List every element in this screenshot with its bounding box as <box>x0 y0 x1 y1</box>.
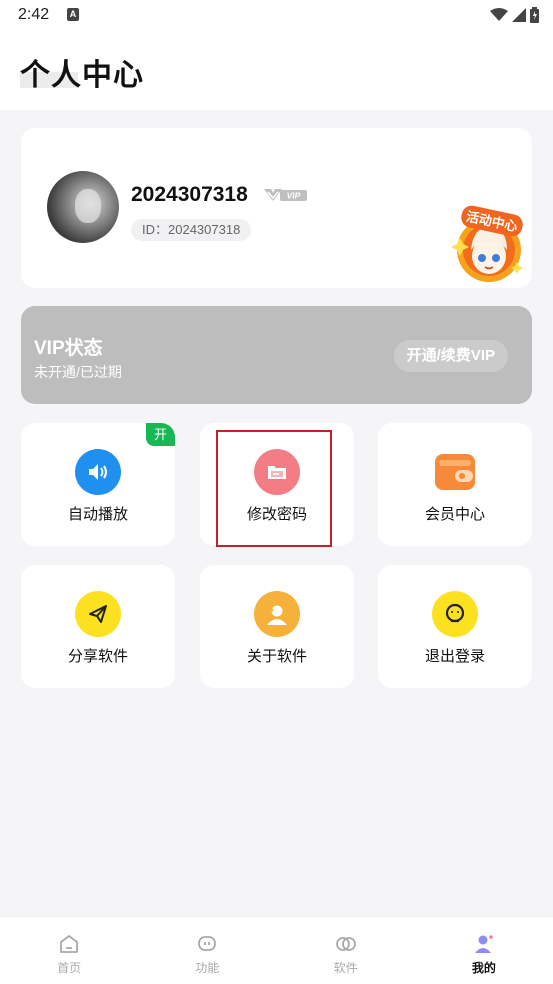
username: 2024307318 <box>131 183 248 206</box>
battery-icon <box>530 7 539 23</box>
vip-status-card: VIP状态 未开通/已过期 开通/续费VIP <box>21 306 532 404</box>
activity-center-icon[interactable]: 活动中心 <box>449 204 529 284</box>
tab-software[interactable]: 软件 <box>277 917 415 984</box>
tab-mine[interactable]: 我的 <box>415 917 553 984</box>
tile-label: 会员中心 <box>424 506 485 523</box>
tile-label: 分享软件 <box>67 648 128 665</box>
chat-icon <box>198 936 217 951</box>
tile-label: 修改密码 <box>246 506 307 523</box>
tile-change-password[interactable]: 修改密码 <box>200 423 354 546</box>
vip-badge-text: VIP <box>287 191 301 201</box>
home-icon <box>60 935 79 953</box>
tile-label: 自动播放 <box>67 506 128 523</box>
a-icon: A <box>67 8 79 21</box>
tile-logout[interactable]: 退出登录 <box>378 565 532 688</box>
signal-icon <box>512 8 526 22</box>
page-title: 个人中心 <box>20 59 144 92</box>
apps-icon <box>335 937 356 951</box>
tab-label: 软件 <box>333 961 358 975</box>
profile-icon <box>474 935 493 953</box>
vip-status-title: VIP状态 <box>34 338 103 359</box>
user-icon <box>254 591 300 637</box>
renew-vip-button[interactable]: 开通/续费VIP <box>393 340 508 372</box>
exit-face-icon <box>432 591 478 637</box>
tile-about-app[interactable]: 关于软件 <box>200 565 354 688</box>
wifi-icon <box>490 8 508 21</box>
tile-share-app[interactable]: 分享软件 <box>21 565 175 688</box>
folder-icon <box>254 449 300 495</box>
auto-play-toggle-badge[interactable]: 开 <box>146 423 175 446</box>
tab-label: 功能 <box>195 961 220 975</box>
tab-label: 我的 <box>471 961 496 975</box>
tile-member-center[interactable]: 会员中心 <box>378 423 532 546</box>
vip-badge-icon: VIP <box>264 189 307 201</box>
status-time: 2:42 <box>18 6 50 23</box>
system-icons <box>490 6 539 24</box>
tab-home[interactable]: 首页 <box>0 917 138 984</box>
avatar[interactable] <box>47 171 119 243</box>
user-id: ID：2024307318 <box>131 219 252 241</box>
page-header: 个人中心 <box>0 32 553 110</box>
profile-card[interactable]: 2024307318 VIP ID：2024307318 活动中心 <box>21 128 532 288</box>
tile-label: 退出登录 <box>424 648 485 665</box>
speaker-icon <box>75 449 121 495</box>
paper-plane-icon <box>75 591 121 637</box>
bottom-tab-bar: 首页 功能 软件 我的 <box>0 916 553 984</box>
wallet-icon <box>432 449 478 495</box>
tab-label: 首页 <box>57 961 82 975</box>
vip-status-subtitle: 未开通/已过期 <box>34 364 122 380</box>
status-bar: 2:42 A <box>0 0 553 32</box>
tab-functions[interactable]: 功能 <box>138 917 276 984</box>
tile-label: 关于软件 <box>246 648 307 665</box>
